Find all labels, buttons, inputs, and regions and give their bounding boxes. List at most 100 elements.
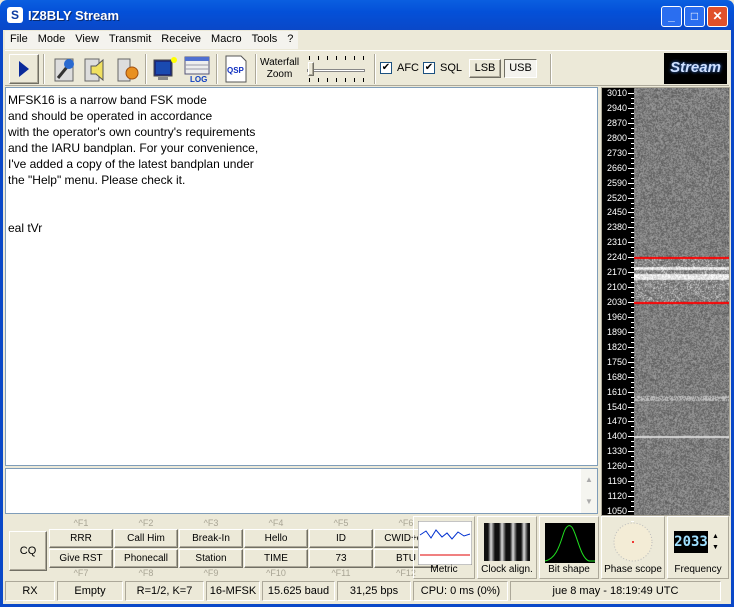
macro-hotkey: ^F4 [268, 518, 284, 528]
clock-align-display [484, 523, 530, 561]
bit-shape-panel: Bit shape [539, 516, 599, 579]
scale-label: 2030 [606, 297, 627, 308]
scale-label: 1470 [606, 416, 627, 427]
menu-macro[interactable]: Macro [206, 31, 247, 49]
macro-button[interactable]: Give RST [49, 549, 113, 568]
lsb-button[interactable]: LSB [469, 59, 501, 78]
sql-checkbox[interactable]: ✔ [423, 62, 435, 74]
macro-button[interactable]: Break-In [179, 529, 243, 548]
macro-hotkey: ^F1 [73, 518, 89, 528]
scale-label: 2870 [606, 117, 627, 128]
play-icon [19, 61, 29, 77]
phase-scope-dial [613, 522, 653, 562]
play-button[interactable] [9, 54, 39, 84]
metric-label: Metric [430, 564, 458, 575]
usb-button[interactable]: USB [504, 59, 537, 78]
frequency-scale: 3010 2940 2870 2800 2730 2660 2590 2520 2450 2380… [602, 88, 634, 523]
scale-label: 3010 [606, 88, 627, 98]
spin-up-icon[interactable]: ▲ [710, 531, 721, 542]
macro-button[interactable]: RRR [49, 529, 113, 548]
close-button[interactable]: ✕ [707, 6, 728, 27]
macro-button[interactable]: Station [179, 549, 243, 568]
macro-button[interactable]: 73 [309, 549, 373, 568]
scroll-up-icon[interactable]: ▲ [581, 469, 597, 491]
scale-label: 2100 [606, 282, 627, 293]
waterfall-label: Waterfall [260, 57, 300, 68]
zoom-label: Zoom [266, 69, 293, 80]
scale-label: 2590 [606, 177, 627, 188]
toolbar: LOG QSP Waterfall Zoom ✔ AFC ✔ SQL LSB US… [5, 50, 729, 86]
menu-receive[interactable]: Receive [156, 31, 206, 49]
log-button[interactable]: LOG [182, 54, 212, 84]
qsp-document-icon: QSP [225, 55, 247, 83]
macro-button[interactable]: TIME [244, 549, 308, 568]
macro-hotkey: ^F10 [266, 568, 286, 578]
stream-s-icon: S [7, 7, 23, 23]
macro-button[interactable]: Call Him [114, 529, 178, 548]
microphone-icon [54, 58, 74, 82]
terminal-button[interactable] [150, 54, 180, 84]
afc-label: AFC [397, 62, 419, 74]
menu-tools[interactable]: Tools [247, 31, 283, 49]
maximize-button[interactable]: □ [684, 6, 705, 27]
separator [145, 54, 147, 84]
clock-align-panel: Clock align. [477, 516, 537, 579]
waterfall-spectrogram[interactable] [634, 88, 729, 515]
settings-button[interactable] [113, 54, 143, 84]
status-datetime: jue 8 may - 18:19:49 UTC [510, 581, 721, 601]
log-icon: LOG [184, 56, 210, 83]
separator [374, 54, 376, 84]
scale-label: 1260 [606, 461, 627, 472]
scale-label: 2170 [606, 267, 627, 278]
receive-text-area[interactable]: MFSK16 is a narrow band FSK mode and sho… [5, 87, 598, 466]
macro-hotkey: ^F8 [138, 568, 154, 578]
minimize-button[interactable]: _ [661, 6, 682, 27]
scale-label: 1890 [606, 326, 627, 337]
status-fec: R=1/2, K=7 [125, 581, 204, 601]
waterfall-zoom-label: Waterfall Zoom [260, 57, 299, 81]
frequency-label: Frequency [674, 564, 722, 575]
macro-button[interactable]: Phonecall [114, 549, 178, 568]
window-title: IZ8BLY Stream [28, 8, 120, 23]
transmit-scrollbar[interactable]: ▲ ▼ [581, 469, 597, 513]
waterfall-zoom-slider[interactable] [307, 56, 367, 82]
status-bar: RX Empty R=1/2, K=7 16-MFSK 15.625 baud … [5, 581, 729, 602]
status-bps: 31,25 bps [337, 581, 411, 601]
scroll-down-icon[interactable]: ▼ [581, 491, 597, 513]
macro-button[interactable]: Hello [244, 529, 308, 548]
menu-mode[interactable]: Mode [33, 31, 71, 49]
slider-thumb[interactable] [308, 62, 314, 76]
afc-checkbox[interactable]: ✔ [380, 62, 392, 74]
phase-scope-label: Phase scope [604, 564, 662, 575]
spin-down-icon[interactable]: ▼ [710, 542, 721, 553]
title-bar[interactable]: S IZ8BLY Stream _ □ ✕ [0, 0, 734, 30]
scale-label: 1610 [606, 386, 627, 397]
scale-label: 1750 [606, 356, 627, 367]
macro-hotkey: ^F2 [138, 518, 154, 528]
cq-button[interactable]: CQ [9, 531, 47, 571]
frequency-spinner[interactable]: ▲ ▼ [710, 531, 721, 553]
monitor-icon [153, 57, 177, 80]
status-rx: RX [5, 581, 55, 601]
menu-file[interactable]: File [5, 31, 33, 49]
clock-align-label: Clock align. [481, 564, 533, 575]
stream-logo: Stream [664, 53, 727, 84]
transmit-mic-button[interactable] [49, 54, 79, 84]
scale-label: 1540 [606, 401, 627, 412]
frequency-panel: 2033 ▲ ▼ Frequency [667, 516, 729, 579]
separator [216, 54, 218, 84]
macro-hotkey: ^F11 [331, 568, 351, 578]
menu-view[interactable]: View [70, 31, 104, 49]
phase-scope-panel: Phase scope [601, 516, 665, 579]
waterfall-display[interactable]: 3010 2940 2870 2800 2730 2660 2590 2520 2450 2380… [601, 87, 730, 523]
menu-help[interactable]: ? [282, 31, 298, 49]
transmit-input[interactable]: ▲ ▼ [5, 468, 598, 514]
macro-button[interactable]: ID [309, 529, 373, 548]
scale-label: 2660 [606, 162, 627, 173]
qsp-button[interactable]: QSP [221, 54, 251, 84]
menu-transmit[interactable]: Transmit [104, 31, 156, 49]
status-buffer: Empty [57, 581, 123, 601]
svg-text:QSP: QSP [227, 66, 245, 75]
metric-panel: Metric [413, 516, 475, 579]
receive-speaker-button[interactable] [81, 54, 111, 84]
